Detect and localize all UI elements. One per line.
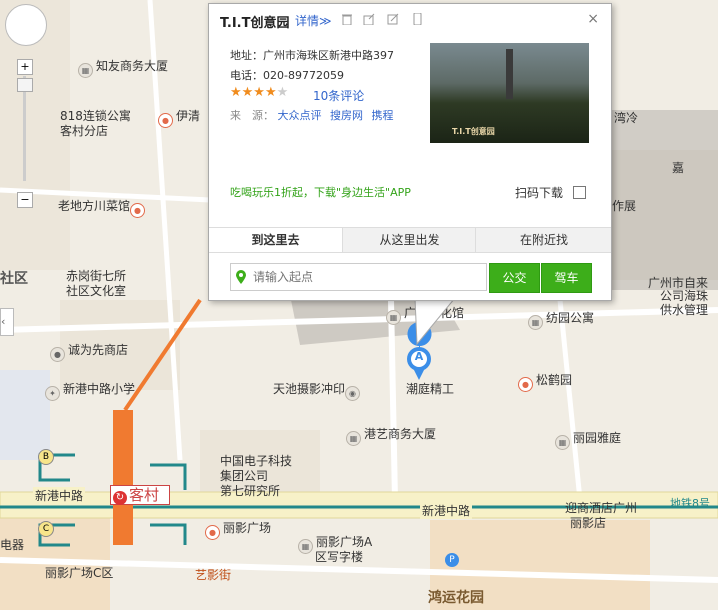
place-photo[interactable]: T.I.T创意园 — [430, 43, 589, 143]
address-row: 地址：广州市海珠区新港中路397 — [230, 49, 394, 62]
zoom-slider-handle[interactable] — [17, 78, 33, 92]
start-point-field[interactable] — [230, 263, 487, 291]
poi[interactable]: 客村分店 — [60, 123, 108, 139]
source-soufun-link[interactable]: 搜房网 — [330, 109, 363, 122]
building-icon: ▦ — [298, 539, 313, 554]
popup-pointer — [414, 296, 457, 346]
restaurant-icon: ● — [130, 203, 146, 218]
route-tabs: 到这里去 从这里出发 在附近找 — [209, 227, 611, 253]
poi[interactable]: 赤岗街七所 — [66, 268, 126, 284]
drive-route-button[interactable]: 驾车 — [541, 263, 592, 293]
collapse-panel-button[interactable]: ‹ — [0, 308, 14, 336]
source-row: 来 源： 大众点评 搜房网 携程 — [230, 109, 394, 122]
poi[interactable]: 嘉 — [672, 160, 684, 176]
reviews-link[interactable]: 10条评论 — [313, 87, 364, 104]
restaurant-icon: ● — [158, 113, 173, 128]
poi[interactable]: 迎商酒店广州 — [565, 500, 637, 516]
road-label: 新港中路 — [33, 487, 86, 504]
metro-station-label[interactable]: ↻ 客村 — [110, 485, 170, 505]
poi[interactable]: 中国电子科技 — [220, 453, 292, 469]
poi[interactable]: 电器 — [0, 537, 24, 553]
poi[interactable]: 丽影广场C区 — [45, 565, 113, 581]
poi[interactable]: ● 丽影广场 — [205, 520, 271, 540]
area-label: 鸿运花园 — [428, 590, 484, 606]
poi[interactable]: ▦ 丽园雅庭 — [555, 430, 621, 450]
parking-icon: P — [445, 553, 459, 567]
poi[interactable]: 集团公司 — [220, 468, 268, 484]
start-point-input[interactable] — [251, 267, 485, 287]
metro-line-label: 地铁8号 — [670, 497, 710, 510]
close-button[interactable]: × — [587, 11, 599, 27]
restaurant-icon: ● — [518, 377, 533, 392]
shop-icon: ● — [205, 525, 220, 540]
share-icon[interactable] — [363, 13, 375, 25]
qr-download[interactable]: 扫码下载 — [515, 184, 586, 201]
edit-icon[interactable] — [387, 13, 399, 25]
poi[interactable]: ▦ 知友商务大厦 — [78, 58, 168, 78]
poi[interactable]: 丽影店 — [570, 515, 606, 531]
zoom-out-button[interactable]: − — [17, 192, 33, 208]
poi[interactable]: 老地方川菜馆 ● — [58, 198, 148, 218]
tab-go-here[interactable]: 到这里去 — [209, 228, 342, 252]
metro-exit-b-icon: B — [38, 449, 54, 465]
poi[interactable]: 区写字楼 — [315, 549, 363, 565]
poi[interactable]: 艺影街 — [195, 567, 231, 583]
rating-stars: ★★★★★ — [230, 85, 289, 100]
building-icon: ▦ — [555, 435, 570, 450]
metro-icon: ↻ — [113, 491, 127, 505]
qr-code-icon — [572, 186, 586, 199]
school-icon: ✦ — [45, 386, 60, 401]
poi[interactable]: 潮庭精工 — [406, 381, 454, 397]
delete-icon[interactable] — [341, 13, 353, 25]
tab-start-here[interactable]: 从这里出发 — [342, 228, 476, 252]
metro-exit-c-icon: C — [38, 521, 54, 537]
poi[interactable]: ● 伊清 — [158, 108, 200, 128]
detail-link[interactable]: 详情≫ — [295, 12, 332, 29]
building-icon: ▦ — [386, 310, 401, 325]
address-value: 广州市海珠区新港中路397 — [263, 49, 394, 62]
area-label: 社区 — [0, 271, 28, 287]
phone-icon[interactable] — [411, 13, 423, 25]
tab-nearby[interactable]: 在附近找 — [475, 228, 612, 252]
poi[interactable]: ▦ 纺园公寓 — [528, 310, 594, 330]
poi[interactable]: ✦ 新港中路小学 — [45, 381, 135, 401]
phone-row: 电话：020-89772059 — [230, 69, 344, 82]
building-icon: ▦ — [78, 63, 93, 78]
poi[interactable]: 供水管理 — [660, 302, 708, 318]
camera-icon: ◉ — [345, 386, 361, 401]
phone-value: 020-89772059 — [263, 69, 344, 82]
location-pin-icon — [236, 270, 246, 284]
poi[interactable]: 社区文化室 — [66, 283, 126, 299]
poi[interactable]: ● 诚为先商店 — [50, 342, 128, 362]
poi[interactable]: 第七研究所 — [220, 483, 280, 499]
info-window: T.I.T创意园 详情≫ × 地址：广州市海珠区新港中路397 电话：020-8… — [208, 3, 612, 301]
poi[interactable]: ▦ 港艺商务大厦 — [346, 426, 436, 446]
source-ctrip-link[interactable]: 携程 — [372, 109, 394, 122]
source-dianping-link[interactable]: 大众点评 — [278, 109, 322, 122]
road-label: 新港中路 — [420, 502, 473, 519]
poi[interactable]: 湾冷 — [614, 110, 638, 126]
pan-control[interactable] — [5, 4, 47, 46]
building-icon: ▦ — [528, 315, 543, 330]
bus-route-button[interactable]: 公交 — [489, 263, 540, 293]
poi[interactable]: 作展 — [612, 198, 636, 214]
building-icon: ▦ — [346, 431, 361, 446]
shop-icon: ● — [50, 347, 65, 362]
promo-link[interactable]: 吃喝玩乐1折起，下载"身边生活"APP — [230, 184, 411, 200]
place-title: T.I.T创意园 — [220, 16, 290, 31]
zoom-in-button[interactable]: + — [17, 59, 33, 75]
poi[interactable]: 天池摄影冲印 ◉ — [273, 381, 363, 401]
poi[interactable]: ● 松鹤园 — [518, 372, 572, 392]
poi[interactable]: 818连锁公寓 — [60, 108, 131, 124]
